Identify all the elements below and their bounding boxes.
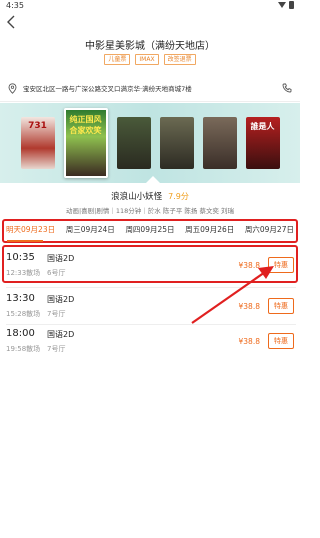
back-chevron-icon[interactable] bbox=[6, 14, 18, 29]
tag-imax: IMAX bbox=[135, 54, 159, 65]
date-tab-active[interactable]: 明天09月23日 bbox=[6, 224, 55, 235]
battery-icon bbox=[289, 1, 294, 9]
date-tab[interactable]: 周五09月26日 bbox=[185, 224, 234, 235]
showtime-row[interactable]: 10:35 12:33散场 国语2D 6号厅 ¥38.8 特惠 bbox=[0, 246, 300, 282]
date-tab[interactable]: 周六09月27日 bbox=[245, 224, 294, 235]
buy-ticket-button[interactable]: 特惠 bbox=[268, 298, 294, 314]
showtime-row[interactable]: 18:00 19:58散场 国语2D 7号厅 ¥38.8 特惠 bbox=[0, 322, 300, 358]
location-pin-icon bbox=[8, 82, 17, 94]
phone-icon[interactable] bbox=[282, 83, 292, 93]
divider bbox=[0, 101, 300, 102]
movie-poster[interactable] bbox=[159, 117, 194, 169]
movie-meta: 动画|喜剧|剧情｜118分钟｜於水 陈子平 陈扬 蔡文奕 刘瑞 bbox=[65, 207, 235, 215]
showtime-start: 10:35 bbox=[6, 252, 35, 263]
active-date-underline bbox=[7, 240, 43, 242]
showtime-hall: 7号厅 bbox=[47, 310, 66, 318]
wifi-icon bbox=[278, 2, 286, 8]
buy-ticket-button[interactable]: 特惠 bbox=[268, 257, 294, 273]
movie-poster[interactable]: 誰是人 bbox=[245, 117, 280, 169]
showtime-price: ¥38.8 bbox=[238, 302, 260, 311]
poster-carousel[interactable]: 731 纯正国风 合家欢笑 誰是人 bbox=[0, 103, 300, 183]
showtime-end: 19:58散场 bbox=[6, 345, 41, 353]
cinema-name: 中影星美影城（满纷天地店） bbox=[85, 41, 215, 52]
showtime-language: 国语2D bbox=[47, 330, 75, 339]
showtime-end: 15:28散场 bbox=[6, 310, 41, 318]
showtime-hall: 6号厅 bbox=[47, 269, 66, 277]
movie-poster-selected[interactable]: 纯正国风 合家欢笑 bbox=[63, 108, 108, 178]
showtime-start: 18:00 bbox=[6, 328, 35, 339]
address-row[interactable]: 宝安区北区一路与广深公路交叉口满京华·满纷天地商城7楼 bbox=[0, 78, 300, 98]
tag-refund: 改签退票 bbox=[163, 54, 196, 65]
showtime-language: 国语2D bbox=[47, 254, 75, 263]
showtime-price: ¥38.8 bbox=[238, 337, 260, 346]
tag-child-ticket: 儿童票 bbox=[104, 54, 131, 65]
movie-poster[interactable]: 731 bbox=[20, 117, 55, 169]
showtime-start: 13:30 bbox=[6, 293, 35, 304]
showtime-row[interactable]: 13:30 15:28散场 国语2D 7号厅 ¥38.8 特惠 bbox=[0, 287, 300, 323]
buy-ticket-button[interactable]: 特惠 bbox=[268, 333, 294, 349]
cinema-tags: 儿童票 IMAX 改签退票 bbox=[0, 54, 300, 65]
movie-title-row: 浪浪山小妖怪 7.9分 bbox=[0, 190, 300, 202]
date-tabs: 明天09月23日 周三09月24日 周四09月25日 周五09月26日 周六09… bbox=[6, 224, 298, 235]
showtime-language: 国语2D bbox=[47, 295, 75, 304]
movie-title: 浪浪山小妖怪 bbox=[111, 192, 163, 202]
date-tab[interactable]: 周四09月25日 bbox=[125, 224, 174, 235]
movie-poster[interactable] bbox=[202, 117, 237, 169]
status-time: 4:35 bbox=[6, 0, 24, 10]
movie-score: 7.9分 bbox=[168, 192, 189, 201]
showtime-hall: 7号厅 bbox=[47, 345, 66, 353]
cinema-address: 宝安区北区一路与广深公路交叉口满京华·满纷天地商城7楼 bbox=[23, 85, 192, 93]
status-bar: 4:35 bbox=[0, 0, 300, 10]
showtime-price: ¥38.8 bbox=[238, 261, 260, 270]
movie-poster[interactable] bbox=[116, 117, 151, 169]
showtime-end: 12:33散场 bbox=[6, 269, 41, 277]
selected-poster-pointer bbox=[146, 176, 160, 183]
date-tab[interactable]: 周三09月24日 bbox=[66, 224, 115, 235]
status-icons bbox=[278, 1, 294, 9]
